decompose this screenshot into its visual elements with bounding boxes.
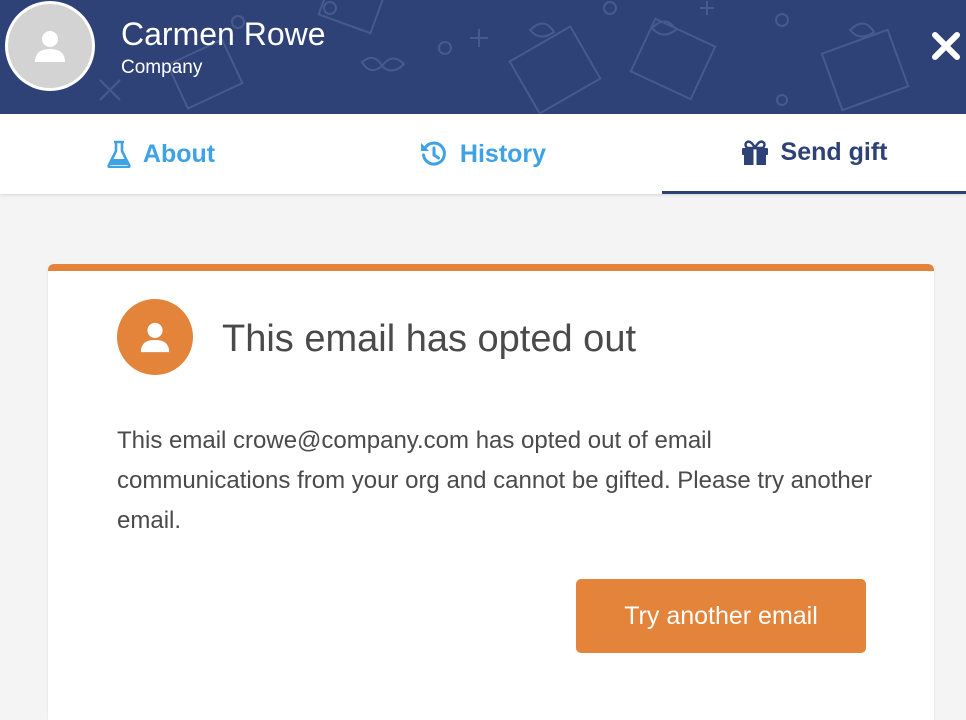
notice-message: This email crowe@company.com has opted o… [117, 427, 873, 534]
opt-out-notice-card: This email has opted out This email crow… [48, 264, 934, 720]
notice-title: This email has opted out [222, 318, 637, 360]
flask-icon [107, 140, 131, 168]
avatar [8, 4, 92, 88]
close-button[interactable] [926, 24, 966, 68]
history-icon [420, 140, 448, 168]
tab-about-label: About [142, 139, 216, 168]
profile-tabs: About History Send gift [0, 114, 966, 194]
close-icon [932, 32, 960, 60]
user-icon [117, 299, 193, 375]
contact-company: Company [121, 57, 203, 78]
tab-history-label: History [459, 139, 547, 168]
tab-about[interactable]: About [0, 114, 322, 194]
contact-header: Carmen Rowe Company [0, 0, 966, 114]
tab-history[interactable]: History [322, 114, 644, 194]
tab-send-gift[interactable]: Send gift [662, 114, 966, 194]
try-another-email-button[interactable]: Try another email [576, 579, 866, 653]
contact-name: Carmen Rowe [121, 16, 326, 52]
user-icon [35, 31, 65, 62]
tab-send-gift-label: Send gift [780, 138, 888, 166]
gift-icon [741, 139, 769, 166]
